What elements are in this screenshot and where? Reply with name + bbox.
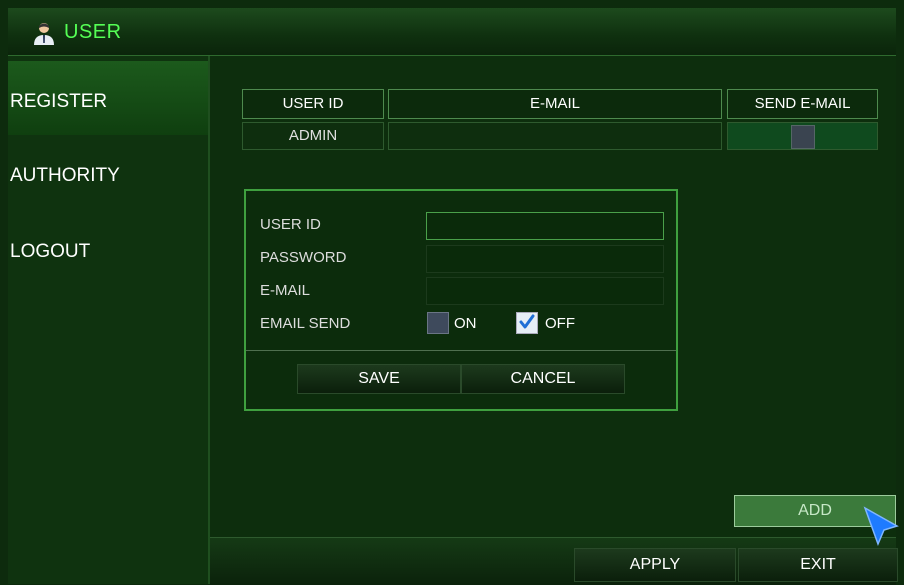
password-label: PASSWORD [260,249,347,266]
sidebar-item-register[interactable]: REGISTER [8,61,208,135]
user-id-label: USER ID [260,216,321,233]
user-id-input[interactable] [426,212,664,240]
title-bar: USER [8,8,896,56]
send-email-checkbox[interactable] [791,125,815,149]
sidebar-item-label: AUTHORITY [10,165,120,186]
email-label: E-MAIL [260,282,311,299]
column-header-send-email: SEND E-MAIL [727,89,878,119]
table-row-email[interactable] [388,122,722,150]
dialog-divider [246,350,676,351]
apply-button[interactable]: APPLY [574,548,736,582]
email-send-off-checkbox[interactable] [516,312,538,334]
sidebar-item-label: LOGOUT [10,241,91,262]
column-header-email: E-MAIL [388,89,722,119]
email-send-label: EMAIL SEND [260,315,351,332]
table-row-send-email [727,122,878,150]
mouse-cursor-icon [863,506,899,547]
checkmark-icon [519,314,535,329]
window-title: USER [64,21,122,43]
password-input[interactable] [426,245,664,273]
user-icon [34,23,54,45]
email-send-off-label: OFF [545,315,575,332]
sidebar-item-authority[interactable]: AUTHORITY [8,135,208,209]
email-input[interactable] [426,277,664,305]
table-row-user-id[interactable]: ADMIN [242,122,384,150]
save-button[interactable]: SAVE [297,364,461,394]
sidebar: REGISTER AUTHORITY LOGOUT [8,56,210,584]
exit-button[interactable]: EXIT [738,548,898,582]
cancel-button[interactable]: CANCEL [461,364,625,394]
email-send-on-label: ON [454,315,477,332]
column-header-user-id: USER ID [242,89,384,119]
sidebar-item-logout[interactable]: LOGOUT [8,211,208,285]
register-user-dialog: USER ID PASSWORD E-MAIL EMAIL SEND ON OF… [244,189,678,411]
email-send-on-checkbox[interactable] [427,312,449,334]
sidebar-item-label: REGISTER [10,91,108,112]
